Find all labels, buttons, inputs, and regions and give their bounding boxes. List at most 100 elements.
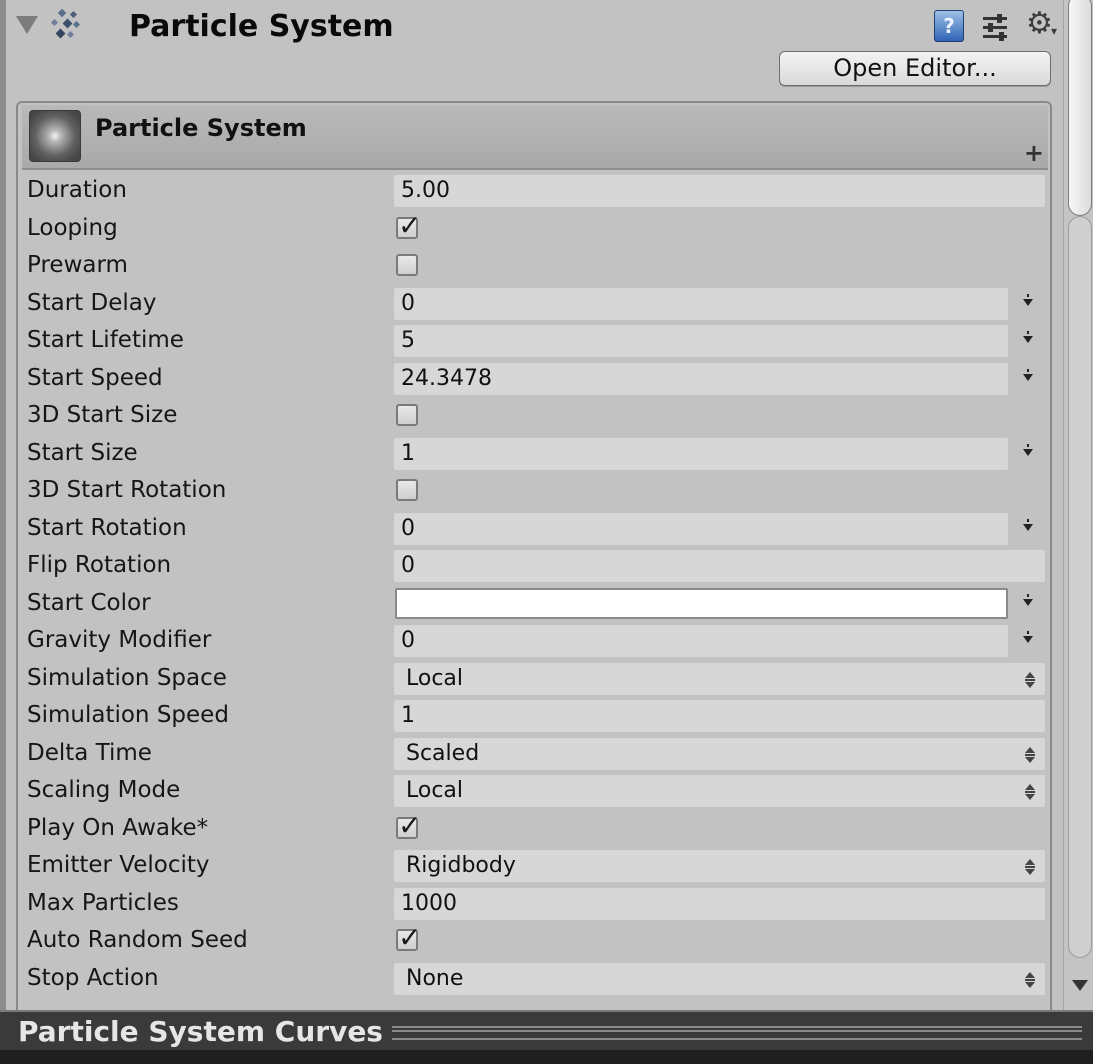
looping-checkbox[interactable]: ✓ — [396, 210, 421, 240]
property-row-start-color: Start Color — [18, 585, 1050, 622]
start-size-field[interactable]: 1 — [394, 437, 1008, 470]
auto-random-seed-checkbox[interactable]: ✓ — [396, 923, 421, 953]
property-row-delta-time: Delta Time Scaled — [18, 735, 1050, 772]
scroll-down-arrow-icon[interactable] — [1072, 980, 1088, 991]
scrollbar-track[interactable] — [1068, 216, 1092, 958]
start-speed-mode-dropdown-icon[interactable] — [1023, 368, 1033, 381]
property-label-prewarm: Prewarm — [27, 252, 128, 278]
property-row-play-on-awake: Play On Awake* ✓ — [18, 810, 1050, 847]
3d-start-size-checkbox[interactable] — [396, 404, 418, 426]
start-delay-field[interactable]: 0 — [394, 287, 1008, 320]
simulation-space-popup[interactable]: Local — [394, 662, 1045, 695]
start-lifetime-value: 5 — [401, 328, 415, 353]
preset-sliders-icon[interactable] — [982, 12, 1008, 42]
property-label-gravity-modifier: Gravity Modifier — [27, 627, 212, 653]
popup-arrows-icon — [1025, 671, 1035, 688]
stop-action-popup[interactable]: None — [394, 962, 1045, 995]
gravity-modifier-value: 0 — [401, 628, 415, 653]
duration-field[interactable]: 5.00 — [394, 175, 1045, 207]
simulation-speed-field[interactable]: 1 — [394, 700, 1045, 732]
start-size-mode-dropdown-icon[interactable] — [1023, 443, 1033, 456]
property-row-start-speed: Start Speed 24.3478 — [18, 360, 1050, 397]
start-size-value: 1 — [401, 440, 415, 466]
property-row-stop-action: Stop Action None — [18, 960, 1050, 997]
property-label-play-on-awake: Play On Awake* — [27, 814, 209, 841]
popup-arrows-icon — [1025, 746, 1035, 763]
module-title: Particle System — [95, 114, 307, 142]
property-label-looping: Looping — [27, 214, 118, 241]
emitter-velocity-popup[interactable]: Rigidbody — [394, 850, 1045, 882]
start-speed-field[interactable]: 24.3478 — [394, 362, 1008, 395]
curves-drag-grip-icon[interactable] — [392, 1026, 1082, 1040]
property-label-stop-action: Stop Action — [27, 964, 159, 991]
property-row-start-lifetime: Start Lifetime 5 — [18, 322, 1050, 359]
curves-panel-header[interactable]: Particle System Curves — [0, 1010, 1093, 1064]
property-row-simulation-space: Simulation Space Local — [18, 660, 1050, 697]
flip-rotation-value: 0 — [401, 553, 415, 578]
simulation-speed-value: 1 — [401, 703, 415, 728]
popup-arrows-icon — [1025, 859, 1035, 875]
start-rotation-value: 0 — [401, 515, 415, 541]
emitter-velocity-value: Rigidbody — [406, 853, 516, 878]
inspector-panel: Particle System ? ⚙ ▾ Open Editor... Par… — [0, 0, 1063, 1010]
checkmark-icon: ✓ — [398, 921, 422, 954]
help-icon[interactable]: ? — [934, 10, 964, 42]
stop-action-value: None — [406, 965, 464, 991]
particle-system-component-icon — [50, 8, 81, 39]
checkmark-icon: ✓ — [398, 808, 422, 842]
component-title: Particle System — [129, 9, 394, 44]
component-foldout-arrow-icon[interactable] — [16, 16, 38, 34]
gravity-modifier-field[interactable]: 0 — [394, 625, 1008, 657]
property-row-scaling-mode: Scaling Mode Local — [18, 772, 1050, 809]
property-row-looping: Looping ✓ — [18, 210, 1050, 247]
max-particles-field[interactable]: 1000 — [394, 887, 1045, 920]
property-row-prewarm: Prewarm — [18, 247, 1050, 284]
start-delay-mode-dropdown-icon[interactable] — [1023, 293, 1033, 306]
delta-time-value: Scaled — [406, 740, 480, 766]
property-label-start-rotation: Start Rotation — [27, 514, 187, 541]
start-delay-value: 0 — [401, 290, 415, 316]
start-rotation-field[interactable]: 0 — [394, 512, 1008, 545]
start-color-color-field[interactable] — [395, 587, 1008, 619]
property-row-simulation-speed: Simulation Speed 1 — [18, 697, 1050, 734]
max-particles-value: 1000 — [401, 890, 457, 916]
gear-icon[interactable]: ⚙ — [1026, 6, 1053, 42]
start-color-mode-dropdown-icon[interactable] — [1023, 593, 1033, 606]
scaling-mode-popup[interactable]: Local — [394, 775, 1045, 807]
add-module-plus-icon[interactable]: + — [1024, 141, 1044, 165]
property-label-start-speed: Start Speed — [27, 364, 163, 391]
particle-texture-icon — [29, 110, 81, 162]
checkmark-icon: ✓ — [398, 208, 422, 242]
play-on-awake-checkbox[interactable]: ✓ — [396, 810, 421, 840]
property-row-start-size: Start Size 1 — [18, 435, 1050, 472]
gravity-modifier-mode-dropdown-icon[interactable] — [1023, 631, 1033, 643]
duration-value: 5.00 — [401, 178, 450, 203]
property-label-start-lifetime: Start Lifetime — [27, 327, 184, 353]
property-row-max-particles: Max Particles 1000 — [18, 885, 1050, 922]
start-lifetime-field[interactable]: 5 — [394, 325, 1008, 357]
property-label-emitter-velocity: Emitter Velocity — [27, 852, 210, 878]
prewarm-checkbox[interactable] — [396, 254, 418, 276]
simulation-space-value: Local — [406, 665, 464, 691]
module-header[interactable]: Particle System + — [22, 105, 1048, 170]
flip-rotation-field[interactable]: 0 — [394, 550, 1045, 582]
start-lifetime-mode-dropdown-icon[interactable] — [1023, 331, 1033, 343]
property-label-3d-start-rotation: 3D Start Rotation — [27, 477, 227, 503]
property-row-flip-rotation: Flip Rotation 0 — [18, 547, 1050, 584]
scaling-mode-value: Local — [406, 778, 464, 803]
property-label-start-delay: Start Delay — [27, 289, 157, 316]
open-editor-button[interactable]: Open Editor... — [779, 51, 1051, 86]
start-rotation-mode-dropdown-icon[interactable] — [1023, 518, 1033, 531]
property-label-simulation-speed: Simulation Speed — [27, 702, 229, 728]
property-row-duration: Duration 5.00 — [18, 172, 1050, 209]
3d-start-rotation-checkbox[interactable] — [396, 479, 418, 501]
scrollbar-thumb[interactable] — [1068, 0, 1092, 216]
vertical-scrollbar[interactable] — [1063, 0, 1093, 1010]
gear-caret-icon[interactable]: ▾ — [1051, 24, 1057, 38]
delta-time-popup[interactable]: Scaled — [394, 737, 1045, 770]
property-label-start-color: Start Color — [27, 589, 151, 616]
curves-panel-title: Particle System Curves — [18, 1015, 383, 1048]
popup-arrows-icon — [1025, 971, 1035, 988]
property-row-auto-random-seed: Auto Random Seed ✓ — [18, 922, 1050, 959]
property-label-scaling-mode: Scaling Mode — [27, 777, 181, 803]
